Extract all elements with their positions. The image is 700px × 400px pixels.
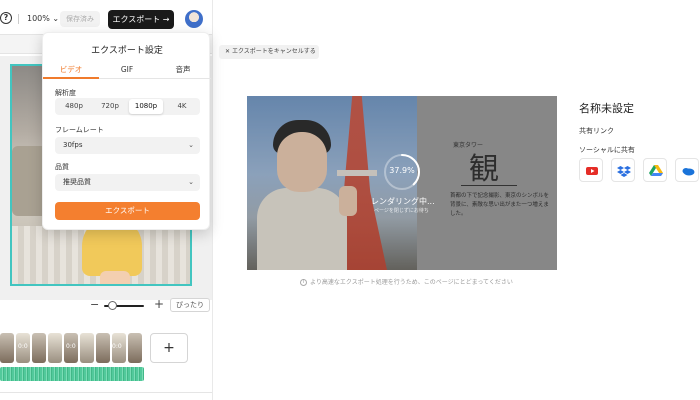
zoom-in-button[interactable]: + <box>154 297 164 311</box>
zoom-select[interactable]: 100% ⌄ <box>27 14 59 23</box>
zoom-value: 100% <box>27 14 50 23</box>
resolution-1080p[interactable]: 1080p <box>129 99 163 114</box>
tab-audio[interactable]: 音声 <box>155 63 211 77</box>
timeline-clip[interactable] <box>48 333 62 363</box>
resolution-selector: 480p 720p 1080p 4K <box>55 98 200 115</box>
timeline-clip[interactable] <box>80 333 94 363</box>
photo-child-legs <box>100 271 130 284</box>
avatar[interactable] <box>185 10 203 28</box>
chevron-down-icon: ⌄ <box>52 14 60 23</box>
dropbox-icon <box>617 166 631 177</box>
google-drive-button[interactable] <box>643 158 667 182</box>
video-title[interactable]: 名称未設定 <box>579 100 634 116</box>
resolution-720p[interactable]: 720p <box>93 99 127 114</box>
canvas-zoom-bar: − + ぴったり <box>86 297 212 314</box>
framerate-label: フレームレート <box>55 126 104 134</box>
rendering-subtext: ページを閉じずにお待ち <box>374 208 429 214</box>
timeline-clip[interactable] <box>96 333 110 363</box>
export-settings-popup: エクスポート設定 ビデオ GIF 音声 解析度 480p 720p 1080p … <box>42 32 211 230</box>
editor-divider <box>212 0 213 400</box>
timeline-clip[interactable] <box>0 333 14 363</box>
poster-text: 首都の下で記念撮影、東京のシンボルを背景に、素敵な思い出がまた一つ増えました。 <box>450 193 550 217</box>
popup-export-button[interactable]: エクスポート <box>55 202 200 220</box>
quality-label: 品質 <box>55 163 69 171</box>
saved-button[interactable]: 保存済み <box>60 11 100 27</box>
cancel-export-button[interactable]: ✕ エクスポートをキャンセルする <box>219 45 319 59</box>
google-drive-icon <box>649 165 663 176</box>
poster-kanji: 観 <box>469 152 499 187</box>
youtube-icon <box>586 167 598 175</box>
tab-video[interactable]: ビデオ <box>43 63 99 79</box>
rendering-status: レンダリング中... <box>371 197 435 206</box>
clip-duration: 0:0 <box>66 343 76 350</box>
quality-select[interactable]: 推奨品質 ⌄ <box>55 174 200 191</box>
timeline: 0:0 0:0 0:0 + <box>0 333 212 383</box>
top-toolbar: ? 100% ⌄ 保存済み エクスポート → <box>0 0 212 34</box>
quality-value: 推奨品質 <box>63 178 91 186</box>
clip-duration: 0:0 <box>18 343 28 350</box>
framerate-value: 30fps <box>63 141 83 149</box>
popup-title: エクスポート設定 <box>91 46 163 56</box>
clip-duration: 0:0 <box>112 343 122 350</box>
timeline-clip[interactable] <box>32 333 46 363</box>
resolution-480p[interactable]: 480p <box>57 99 91 114</box>
arrow-right-icon: → <box>162 15 170 24</box>
chevron-down-icon: ⌄ <box>188 178 194 186</box>
export-tabs: ビデオ GIF 音声 <box>43 63 211 79</box>
timeline-clip[interactable] <box>128 333 142 363</box>
fit-button[interactable]: ぴったり <box>170 298 210 312</box>
help-icon[interactable]: ? <box>0 12 12 24</box>
onedrive-icon <box>682 168 695 176</box>
cancel-export-label: エクスポートをキャンセルする <box>231 48 316 55</box>
share-link-label: 共有リンク <box>579 127 614 135</box>
poster-divider <box>461 185 517 186</box>
social-share-label: ソーシャルに共有 <box>579 146 635 154</box>
toolbar-divider <box>18 14 19 24</box>
resolution-label: 解析度 <box>55 89 76 97</box>
dropbox-button[interactable] <box>611 158 635 182</box>
audio-waveform[interactable] <box>0 367 144 381</box>
export-button[interactable]: エクスポート → <box>108 10 174 29</box>
youtube-button[interactable] <box>579 158 603 182</box>
progress-percent: 37.9% <box>389 166 415 175</box>
zoom-slider-handle[interactable] <box>108 301 117 310</box>
timeline-divider <box>0 392 212 393</box>
close-icon: ✕ <box>225 48 231 55</box>
resolution-4k[interactable]: 4K <box>165 99 199 114</box>
app-root: ? 100% ⌄ 保存済み エクスポート → − + ぴったり 0:0 0:0 … <box>0 0 700 400</box>
chevron-down-icon: ⌄ <box>188 141 194 149</box>
export-hint-text: より高速なエクスポート処理を行うため、このページにとどまってください <box>310 279 513 286</box>
export-preview: 東京タワー 観 首都の下で記念撮影、東京のシンボルを背景に、素敵な思い出がまた一… <box>247 96 557 270</box>
export-button-label: エクスポート <box>112 15 161 24</box>
framerate-select[interactable]: 30fps ⌄ <box>55 137 200 154</box>
onedrive-button[interactable] <box>675 158 699 182</box>
add-clip-button[interactable]: + <box>150 333 188 363</box>
zoom-out-button[interactable]: − <box>90 298 99 311</box>
export-hint: i より高速なエクスポート処理を行うため、このページにとどまってください <box>300 277 513 286</box>
tab-gif[interactable]: GIF <box>99 63 155 77</box>
info-icon: i <box>300 279 307 286</box>
